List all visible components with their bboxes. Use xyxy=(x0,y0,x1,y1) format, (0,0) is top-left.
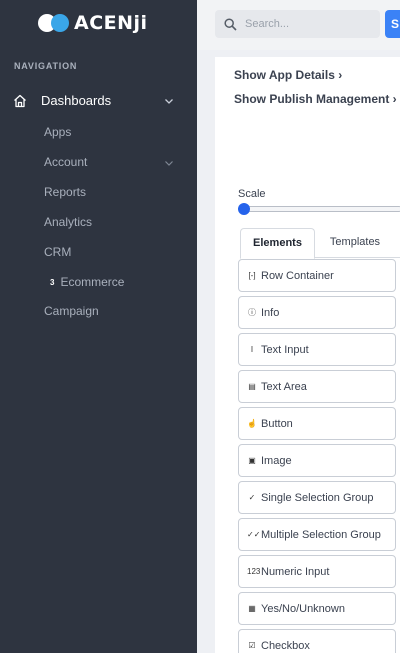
tab-elements[interactable]: Elements xyxy=(240,228,315,259)
row-container-icon: [-] xyxy=(248,271,256,280)
pointer-hand-icon: ☝ xyxy=(247,419,257,428)
element-label: Yes/No/Unknown xyxy=(261,602,345,615)
element-label: Single Selection Group xyxy=(261,491,374,504)
brand-logo[interactable]: ACENji xyxy=(38,10,148,36)
element-checkbox[interactable]: ☑ Checkbox xyxy=(238,629,396,653)
element-label: Image xyxy=(261,454,292,467)
ecommerce-badge: 3 xyxy=(50,278,55,287)
element-label: Text Area xyxy=(261,380,307,393)
text-cursor-icon: I xyxy=(250,345,254,354)
home-icon xyxy=(14,94,26,108)
element-label: Info xyxy=(261,306,280,319)
show-app-details-link[interactable]: Show App Details › xyxy=(234,68,342,82)
element-label: Multiple Selection Group xyxy=(261,528,381,541)
sidebar-item-label: Dashboards xyxy=(41,93,112,108)
sidebar-item-label: Ecommerce xyxy=(60,275,125,289)
element-label: Checkbox xyxy=(261,639,310,652)
numbers-icon: 123 xyxy=(247,567,261,576)
main-content: Show App Details › Show Publish Manageme… xyxy=(215,57,400,653)
tab-templates[interactable]: Templates xyxy=(323,228,387,258)
search-input[interactable] xyxy=(245,16,375,32)
sidebar-item-campaign[interactable]: Campaign xyxy=(44,304,99,318)
scale-label: Scale xyxy=(238,188,266,200)
grid-icon: ▦ xyxy=(248,604,256,613)
element-row-container[interactable]: [-] Row Container xyxy=(238,259,396,292)
sidebar-item-dashboards[interactable]: Dashboards xyxy=(0,90,197,112)
checkbox-icon: ☑ xyxy=(248,641,256,650)
sidebar-item-reports[interactable]: Reports xyxy=(44,185,86,199)
element-tabs: Elements Templates xyxy=(240,228,400,259)
image-icon: ▣ xyxy=(248,456,256,465)
nav-heading: NAVIGATION xyxy=(14,61,78,71)
text-area-icon: ▤ xyxy=(248,382,256,391)
element-info[interactable]: ⓘ Info xyxy=(238,296,396,329)
element-image[interactable]: ▣ Image xyxy=(238,444,396,477)
chevron-down-icon[interactable] xyxy=(163,95,175,107)
scale-slider-track[interactable] xyxy=(242,206,400,212)
sidebar-item-ecommerce[interactable]: 3 Ecommerce xyxy=(50,275,124,289)
logo-icon xyxy=(38,13,72,33)
element-label: Text Input xyxy=(261,343,309,356)
element-label: Button xyxy=(261,417,293,430)
element-text-input[interactable]: I Text Input xyxy=(238,333,396,366)
chevron-down-icon[interactable] xyxy=(163,157,175,169)
search-box xyxy=(215,10,380,38)
info-icon: ⓘ xyxy=(248,308,256,317)
element-yes-no-unknown[interactable]: ▦ Yes/No/Unknown xyxy=(238,592,396,625)
element-single-selection-group[interactable]: ✓ Single Selection Group xyxy=(238,481,396,514)
scale-slider-thumb[interactable] xyxy=(238,203,250,215)
sidebar-item-crm[interactable]: CRM xyxy=(44,245,71,259)
sidebar-item-apps[interactable]: Apps xyxy=(44,125,71,139)
check-icon: ✓ xyxy=(248,493,256,502)
sidebar-item-account[interactable]: Account xyxy=(44,155,87,169)
double-check-icon: ✓✓ xyxy=(247,530,261,539)
search-icon xyxy=(224,18,237,31)
element-button[interactable]: ☝ Button xyxy=(238,407,396,440)
element-multiple-selection-group[interactable]: ✓✓ Multiple Selection Group xyxy=(238,518,396,551)
element-label: Numeric Input xyxy=(261,565,330,578)
sidebar: ACENji NAVIGATION Dashboards Apps Accoun… xyxy=(0,0,197,653)
element-text-area[interactable]: ▤ Text Area xyxy=(238,370,396,403)
show-publish-management-link[interactable]: Show Publish Management › xyxy=(234,92,397,106)
search-button[interactable]: S xyxy=(385,10,400,38)
element-label: Row Container xyxy=(261,269,334,282)
element-numeric-input[interactable]: 123 Numeric Input xyxy=(238,555,396,588)
brand-name: ACENji xyxy=(74,12,148,34)
top-bar: S xyxy=(197,0,400,50)
sidebar-item-analytics[interactable]: Analytics xyxy=(44,215,92,229)
